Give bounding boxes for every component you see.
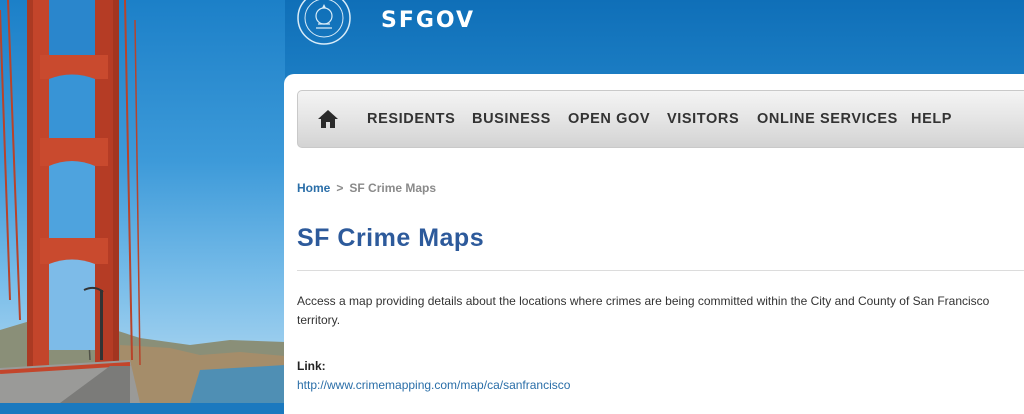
nav-item-open-gov[interactable]: OPEN GOV: [568, 111, 650, 127]
nav-item-business[interactable]: BUSINESS: [472, 111, 551, 127]
home-icon: [318, 110, 338, 128]
link-label: Link:: [297, 359, 326, 373]
crime-map-link[interactable]: http://www.crimemapping.com/map/ca/sanfr…: [297, 378, 570, 392]
title-divider: [297, 270, 1024, 271]
brand-name[interactable]: SFGOV: [381, 8, 475, 33]
main-content-panel: RESIDENTS BUSINESS OPEN GOV VISITORS ONL…: [284, 74, 1024, 414]
nav-item-online-services[interactable]: ONLINE SERVICES: [757, 111, 898, 127]
page-description: Access a map providing details about the…: [297, 294, 990, 327]
city-seal-logo[interactable]: [296, 0, 352, 46]
breadcrumb: Home > SF Crime Maps: [297, 181, 436, 195]
breadcrumb-home-link[interactable]: Home: [297, 181, 330, 195]
nav-home-button[interactable]: [316, 108, 340, 130]
golden-gate-bridge-illustration: [0, 0, 285, 403]
breadcrumb-separator: >: [336, 181, 344, 195]
nav-item-visitors[interactable]: VISITORS: [667, 111, 739, 127]
main-navigation: RESIDENTS BUSINESS OPEN GOV VISITORS ONL…: [297, 90, 1024, 148]
page-title: SF Crime Maps: [297, 224, 485, 252]
breadcrumb-current: SF Crime Maps: [349, 181, 437, 195]
nav-item-help[interactable]: HELP: [911, 111, 952, 127]
bridge-hero-image: [0, 0, 285, 403]
nav-item-residents[interactable]: RESIDENTS: [367, 111, 455, 127]
